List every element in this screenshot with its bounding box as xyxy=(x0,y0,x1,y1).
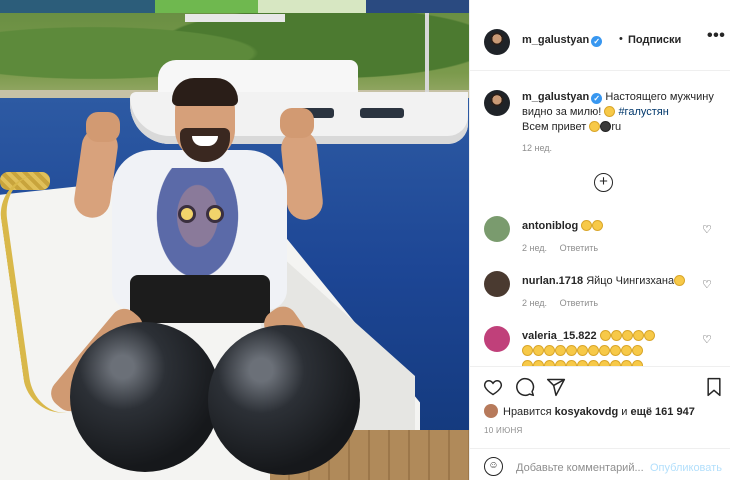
caption-author-username[interactable]: m_galustyan ✓ xyxy=(522,91,603,104)
photo-mast xyxy=(425,13,429,103)
verified-badge-icon: ✓ xyxy=(591,36,603,47)
comment-meta: 2 нед. Ответить xyxy=(522,243,598,253)
photo-hair xyxy=(172,78,238,106)
photo-yacht-roof xyxy=(185,14,285,22)
liker-avatar[interactable] xyxy=(484,404,498,418)
comment-item: valeria_15.822 ♡ xyxy=(470,326,730,366)
caption-author-avatar[interactable] xyxy=(484,90,510,116)
smile-emoji-icon xyxy=(581,220,593,231)
comment-meta: 2 нед. Ответить xyxy=(522,298,598,308)
verified-badge-icon: ✓ xyxy=(591,93,603,104)
more-options-icon[interactable]: ••• xyxy=(707,27,725,45)
likes-summary: Нравится kosyakovdg и ещё 161 947 xyxy=(484,404,724,418)
comment-text: valeria_15.822 xyxy=(522,329,702,366)
author-username-text[interactable]: m_galustyan xyxy=(522,34,589,46)
emoji-row xyxy=(599,329,655,344)
photo-fender-ball xyxy=(208,325,360,475)
smiley-icon[interactable]: ☺ xyxy=(484,457,503,476)
likes-middle: и xyxy=(621,406,628,418)
reply-button[interactable]: Ответить xyxy=(560,298,598,308)
reply-button[interactable]: Ответить xyxy=(560,243,598,253)
publish-button[interactable]: Опубликовать xyxy=(650,462,722,474)
load-more-comments-plus-circle-icon[interactable]: + xyxy=(594,173,613,192)
commenter-username[interactable]: nurlan.1718 xyxy=(522,275,583,287)
photo-owl-eye xyxy=(178,205,196,223)
man-emoji-icon xyxy=(600,121,612,132)
photo-fist xyxy=(280,108,314,138)
photo-shorts xyxy=(130,275,270,323)
add-comment-bar: ☺ Добавьте комментарий... Опубликовать xyxy=(470,448,730,480)
emoji-row xyxy=(522,344,643,359)
caption-body-2: Всем привет xyxy=(522,121,590,133)
smile-emoji-icon xyxy=(674,275,686,286)
thumbs-up-emoji-icon xyxy=(592,220,604,231)
commenter-avatar[interactable] xyxy=(484,271,510,297)
comment-item: antoniblog 2 нед. Ответить ♡ xyxy=(470,216,730,266)
heart-icon[interactable] xyxy=(483,377,503,402)
photo-fender-ball xyxy=(70,322,220,472)
comment-like-heart-icon[interactable]: ♡ xyxy=(702,278,712,291)
liker-username[interactable]: kosyakovdg xyxy=(555,406,619,418)
comment-item: nurlan.1718 Яйцо Чингизхана 2 нед. Ответ… xyxy=(470,271,730,321)
following-button[interactable]: Подписки xyxy=(628,34,681,46)
paper-plane-icon[interactable] xyxy=(546,377,566,402)
flexed-biceps-emoji-icon xyxy=(589,121,601,132)
photo-shirt-owl xyxy=(150,168,245,288)
caption-time[interactable]: 12 нед. xyxy=(522,143,552,153)
post-photo[interactable] xyxy=(0,0,469,480)
post-date[interactable]: 10 ИЮНЯ xyxy=(484,426,523,435)
comment-icon[interactable] xyxy=(515,377,535,402)
comment-time[interactable]: 2 нед. xyxy=(522,298,547,308)
caption-text: m_galustyan ✓ Настоящего мужчину видно за… xyxy=(522,90,722,135)
likes-count[interactable]: ещё 161 947 xyxy=(630,406,694,418)
separator-dot: • xyxy=(619,33,623,45)
hashtag-link[interactable]: #галустян xyxy=(618,106,668,118)
commenter-avatar[interactable] xyxy=(484,216,510,242)
emoji-row xyxy=(522,359,643,366)
post-action-bar xyxy=(470,366,730,406)
comment-body: Яйцо Чингизхана xyxy=(586,275,675,287)
photo-yacht-window xyxy=(360,108,404,118)
author-avatar[interactable] xyxy=(484,29,510,55)
post-header: m_galustyan ✓ • Подписки ••• xyxy=(470,13,730,71)
caption-suffix: ru xyxy=(611,121,622,133)
post-side-panel: m_galustyan ✓ • Подписки ••• m_galustyan ✓… xyxy=(469,0,730,480)
instagram-post-view: m_galustyan ✓ • Подписки ••• m_galustyan ✓… xyxy=(0,0,730,480)
commenter-username[interactable]: antoniblog xyxy=(522,220,578,232)
bookmark-icon[interactable] xyxy=(705,377,723,402)
comment-time[interactable]: 2 нед. xyxy=(522,243,547,253)
comment-input[interactable]: Добавьте комментарий... xyxy=(516,462,644,474)
commenter-username[interactable]: valeria_15.822 xyxy=(522,330,597,342)
author-username[interactable]: m_galustyan ✓ xyxy=(522,34,603,47)
comment-like-heart-icon[interactable]: ♡ xyxy=(702,223,712,236)
comment-text: nurlan.1718 Яйцо Чингизхана xyxy=(522,274,702,289)
comment-text: antoniblog xyxy=(522,219,702,234)
commenter-avatar[interactable] xyxy=(484,326,510,352)
carousel-neighbor-strip xyxy=(0,0,469,13)
comment-like-heart-icon[interactable]: ♡ xyxy=(702,333,712,346)
photo-owl-eye xyxy=(206,205,224,223)
emoji-icon xyxy=(604,106,616,117)
likes-prefix: Нравится xyxy=(503,406,552,418)
photo-fist xyxy=(86,112,120,142)
